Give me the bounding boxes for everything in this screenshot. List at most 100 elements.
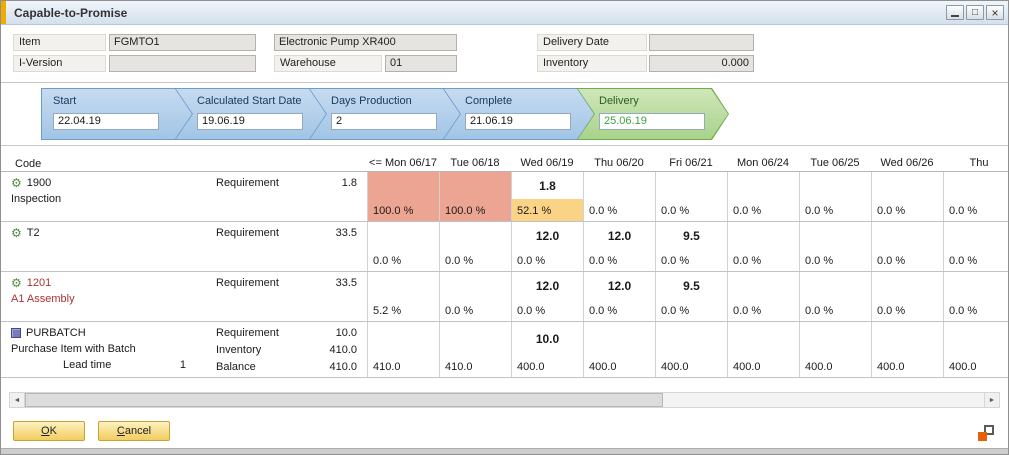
inventory-field[interactable]: 0.000 [649, 55, 754, 72]
grid-cell: 5.2 % [367, 272, 439, 321]
grid-cell: 400.0 [871, 322, 943, 377]
item-label: Item [13, 34, 106, 51]
cell-load-value: 400.0 [728, 355, 799, 377]
scrollbar-track[interactable] [663, 393, 984, 407]
row-date-cells: 5.2 %0.0 %12.00.0 %12.00.0 %9.50.0 %0.0 … [367, 272, 1008, 321]
cell-load-value: 400.0 [872, 355, 943, 377]
grid-cell: 0.0 % [799, 222, 871, 271]
row-line-label: Requirement [216, 225, 316, 242]
grid-cell: 9.50.0 % [655, 272, 727, 321]
lead-time-label: Lead time [63, 357, 111, 374]
grid-cell: 12.00.0 % [511, 222, 583, 271]
inventory-label: Inventory [537, 55, 647, 72]
cell-quantity [800, 172, 871, 199]
cell-quantity [584, 172, 655, 199]
start-date-field[interactable]: 22.04.19 [53, 113, 159, 130]
row-line-label: Requirement [216, 275, 316, 292]
cell-quantity [728, 172, 799, 199]
cell-quantity [872, 272, 943, 299]
close-icon[interactable] [986, 5, 1004, 20]
cell-load-value: 400.0 [944, 355, 1008, 377]
flow-step-days-production: Days Production 2 [309, 88, 461, 140]
grid-cell: 0.0 % [727, 222, 799, 271]
flow-step-label: Delivery [599, 95, 639, 107]
row-description: A1 Assembly [11, 291, 216, 307]
cell-load-value: 0.0 % [656, 249, 727, 271]
window-title: Capable-to-Promise [14, 6, 127, 20]
grid-cell: 410.0 [367, 322, 439, 377]
cell-quantity: 12.0 [512, 272, 583, 299]
cell-load-value: 0.0 % [728, 249, 799, 271]
cell-quantity: 9.5 [656, 222, 727, 249]
scroll-left-icon[interactable] [10, 393, 25, 407]
grid-cell: 0.0 % [727, 172, 799, 221]
item-field[interactable]: FGMTO1 [109, 34, 256, 51]
code-column-header: Code [1, 155, 367, 170]
flow-step-label: Calculated Start Date [197, 95, 302, 107]
cell-quantity [368, 272, 439, 299]
table-row[interactable]: T2Requirement33.50.0 %0.0 %12.00.0 %12.0… [1, 222, 1008, 272]
table-row[interactable]: 1201A1 AssemblyRequirement33.55.2 %0.0 %… [1, 272, 1008, 322]
cell-load-value: 0.0 % [800, 299, 871, 321]
row-line-label: Requirement [216, 175, 316, 192]
horizontal-scrollbar[interactable] [9, 392, 1000, 408]
table-row[interactable]: 1900InspectionRequirement1.8100.0 %100.0… [1, 172, 1008, 222]
footer: OK Cancel [13, 421, 1008, 441]
delivery-date-field[interactable] [649, 34, 754, 51]
grid-cell: 0.0 % [367, 222, 439, 271]
cell-quantity: 10.0 [512, 322, 583, 355]
delivery-date-result-field[interactable]: 25.06.19 [599, 113, 705, 130]
date-column-headers: <= Mon 06/17 Tue 06/18 Wed 06/19 Thu 06/… [367, 157, 1008, 169]
row-line-value: 410.0 [316, 359, 357, 376]
cell-quantity [872, 322, 943, 355]
iversion-label: I-Version [13, 55, 106, 72]
complete-date-field[interactable]: 21.06.19 [465, 113, 571, 130]
flow-step-complete: Complete 21.06.19 [443, 88, 595, 140]
cell-load-value: 5.2 % [368, 299, 439, 321]
cell-load-value: 400.0 [656, 355, 727, 377]
cell-load-value: 0.0 % [512, 249, 583, 271]
flow-step-calculated-start: Calculated Start Date 19.06.19 [175, 88, 327, 140]
minimize-icon[interactable] [946, 5, 964, 20]
cell-load-value: 0.0 % [872, 299, 943, 321]
days-production-field[interactable]: 2 [331, 113, 437, 130]
grid-cell: 12.00.0 % [583, 272, 655, 321]
ok-button[interactable]: OK [13, 421, 85, 441]
cell-quantity [656, 322, 727, 355]
cell-load-value: 410.0 [368, 355, 439, 377]
cell-quantity: 12.0 [584, 222, 655, 249]
flow-step-start: Start 22.04.19 [41, 88, 193, 140]
cell-quantity [728, 222, 799, 249]
grid-cell: 400.0 [799, 322, 871, 377]
cell-quantity [944, 322, 1008, 355]
form-settings-icon[interactable] [978, 425, 994, 441]
row-date-cells: 410.0410.010.0400.0400.0400.0400.0400.04… [367, 322, 1008, 377]
cell-load-value: 400.0 [512, 355, 583, 377]
cell-load-value: 0.0 % [368, 249, 439, 271]
cell-quantity [872, 172, 943, 199]
flow-step-label: Start [53, 95, 76, 107]
cancel-button[interactable]: Cancel [98, 421, 170, 441]
restore-icon[interactable] [966, 5, 984, 20]
warehouse-label: Warehouse [274, 55, 382, 72]
cell-load-value: 0.0 % [440, 299, 511, 321]
flow-step-delivery: Delivery 25.06.19 [577, 88, 729, 140]
warehouse-field[interactable]: 01 [385, 55, 457, 72]
cell-load-value: 0.0 % [584, 249, 655, 271]
cell-quantity [368, 172, 439, 199]
cell-quantity [728, 272, 799, 299]
cell-quantity [584, 322, 655, 355]
iversion-field[interactable] [109, 55, 256, 72]
item-description-field[interactable]: Electronic Pump XR400 [274, 34, 457, 51]
row-code: T2 [27, 227, 40, 239]
cell-quantity [368, 222, 439, 249]
table-row[interactable]: PURBATCHPurchase Item with BatchLead tim… [1, 322, 1008, 378]
scrollbar-thumb[interactable] [25, 393, 663, 407]
cell-load-value: 0.0 % [872, 199, 943, 221]
cell-load-value: 0.0 % [656, 299, 727, 321]
cell-quantity [440, 322, 511, 355]
grid-cell: 0.0 % [439, 222, 511, 271]
scroll-right-icon[interactable] [984, 393, 999, 407]
header-form: Item FGMTO1 Electronic Pump XR400 Delive… [1, 25, 1008, 82]
calculated-start-date-field[interactable]: 19.06.19 [197, 113, 303, 130]
